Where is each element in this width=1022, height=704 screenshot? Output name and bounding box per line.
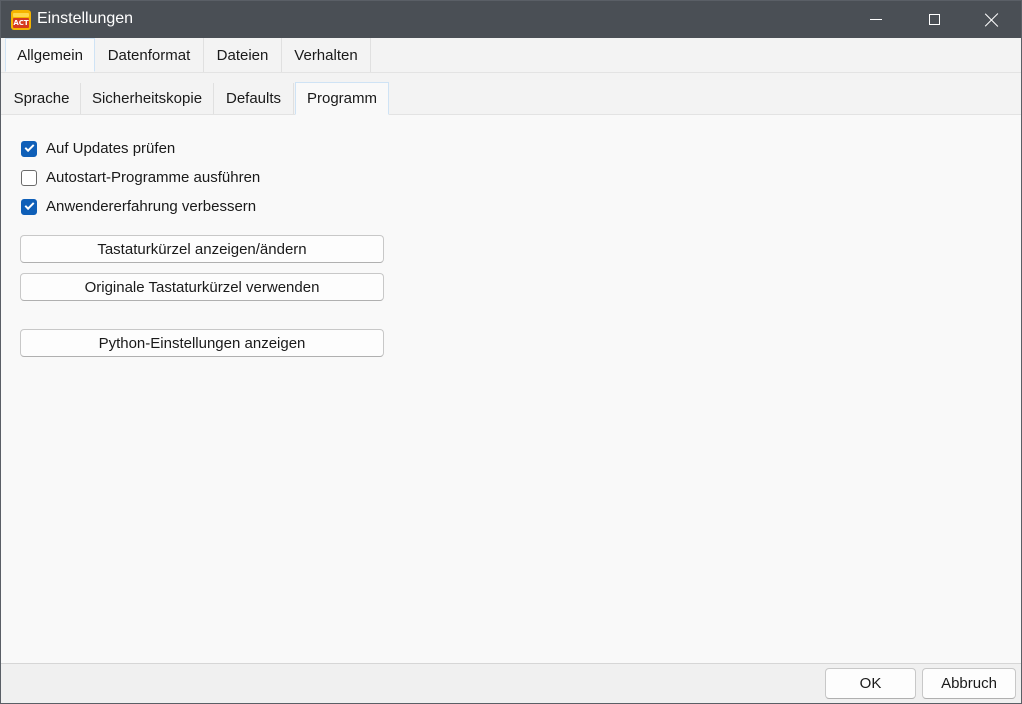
close-button[interactable] <box>963 1 1021 38</box>
checkmark-icon <box>24 200 34 211</box>
minimize-button[interactable] <box>847 1 905 38</box>
close-icon <box>985 13 999 27</box>
tab-sicherheitskopie[interactable]: Sicherheitskopie <box>81 83 214 114</box>
tab-label: Verhalten <box>294 46 358 64</box>
app-logo-text: ACT <box>13 18 29 28</box>
minimize-icon <box>870 19 882 20</box>
maximize-button[interactable] <box>905 1 963 38</box>
tab-label: Sicherheitskopie <box>91 90 203 107</box>
python-settings-button[interactable]: Python-Einstellungen anzeigen <box>20 329 384 357</box>
settings-dialog: ACT Einstellungen Allgemein Datenformat … <box>0 0 1022 704</box>
app-logo-icon: ACT <box>11 10 31 30</box>
checkbox-checked[interactable] <box>21 140 37 157</box>
window-title: Einstellungen <box>37 10 134 27</box>
tab-programm[interactable]: Programm <box>295 82 389 115</box>
tab-dateien[interactable]: Dateien <box>204 38 282 72</box>
tab-allgemein[interactable]: Allgemein <box>5 38 95 72</box>
tab-label: Allgemein <box>17 46 83 64</box>
cancel-button[interactable]: Abbruch <box>922 668 1016 699</box>
tab-datenformat[interactable]: Datenformat <box>95 38 204 72</box>
main-tab-bar: Allgemein Datenformat Dateien Verhalten <box>1 38 1021 73</box>
show-shortcuts-button[interactable]: Tastaturkürzel anzeigen/ändern <box>20 235 384 263</box>
tab-label: Sprache <box>13 90 70 107</box>
app-logo-stripe <box>13 13 29 17</box>
option-user-experience[interactable]: Anwendererfahrung verbessern <box>21 198 256 215</box>
option-label: Auf Updates prüfen <box>46 140 176 157</box>
option-check-updates[interactable]: Auf Updates prüfen <box>21 140 175 157</box>
settings-panel: Auf Updates prüfen Autostart-Programme a… <box>1 115 1021 663</box>
option-label: Autostart-Programme ausführen <box>46 169 261 186</box>
checkbox-unchecked[interactable] <box>21 169 37 186</box>
option-label: Anwendererfahrung verbessern <box>46 198 257 215</box>
checkbox-checked[interactable] <box>21 198 37 215</box>
tab-label: Dateien <box>216 46 269 64</box>
checkmark-icon <box>24 142 34 153</box>
sub-tab-bar: Sprache Sicherheitskopie Defaults Progra… <box>1 82 1021 115</box>
dialog-footer: OK Abbruch <box>1 663 1021 703</box>
reset-shortcuts-button[interactable]: Originale Tastaturkürzel verwenden <box>20 273 384 301</box>
tab-label: Defaults <box>225 90 282 107</box>
tab-verhalten[interactable]: Verhalten <box>282 38 371 72</box>
maximize-icon <box>928 14 940 25</box>
tab-label: Programm <box>306 90 377 107</box>
tab-label: Datenformat <box>107 46 191 64</box>
tab-sprache[interactable]: Sprache <box>3 83 81 114</box>
title-bar[interactable]: ACT Einstellungen <box>1 1 1021 38</box>
option-autostart[interactable]: Autostart-Programme ausführen <box>21 169 260 186</box>
ok-button[interactable]: OK <box>825 668 916 699</box>
tab-defaults[interactable]: Defaults <box>214 83 294 114</box>
